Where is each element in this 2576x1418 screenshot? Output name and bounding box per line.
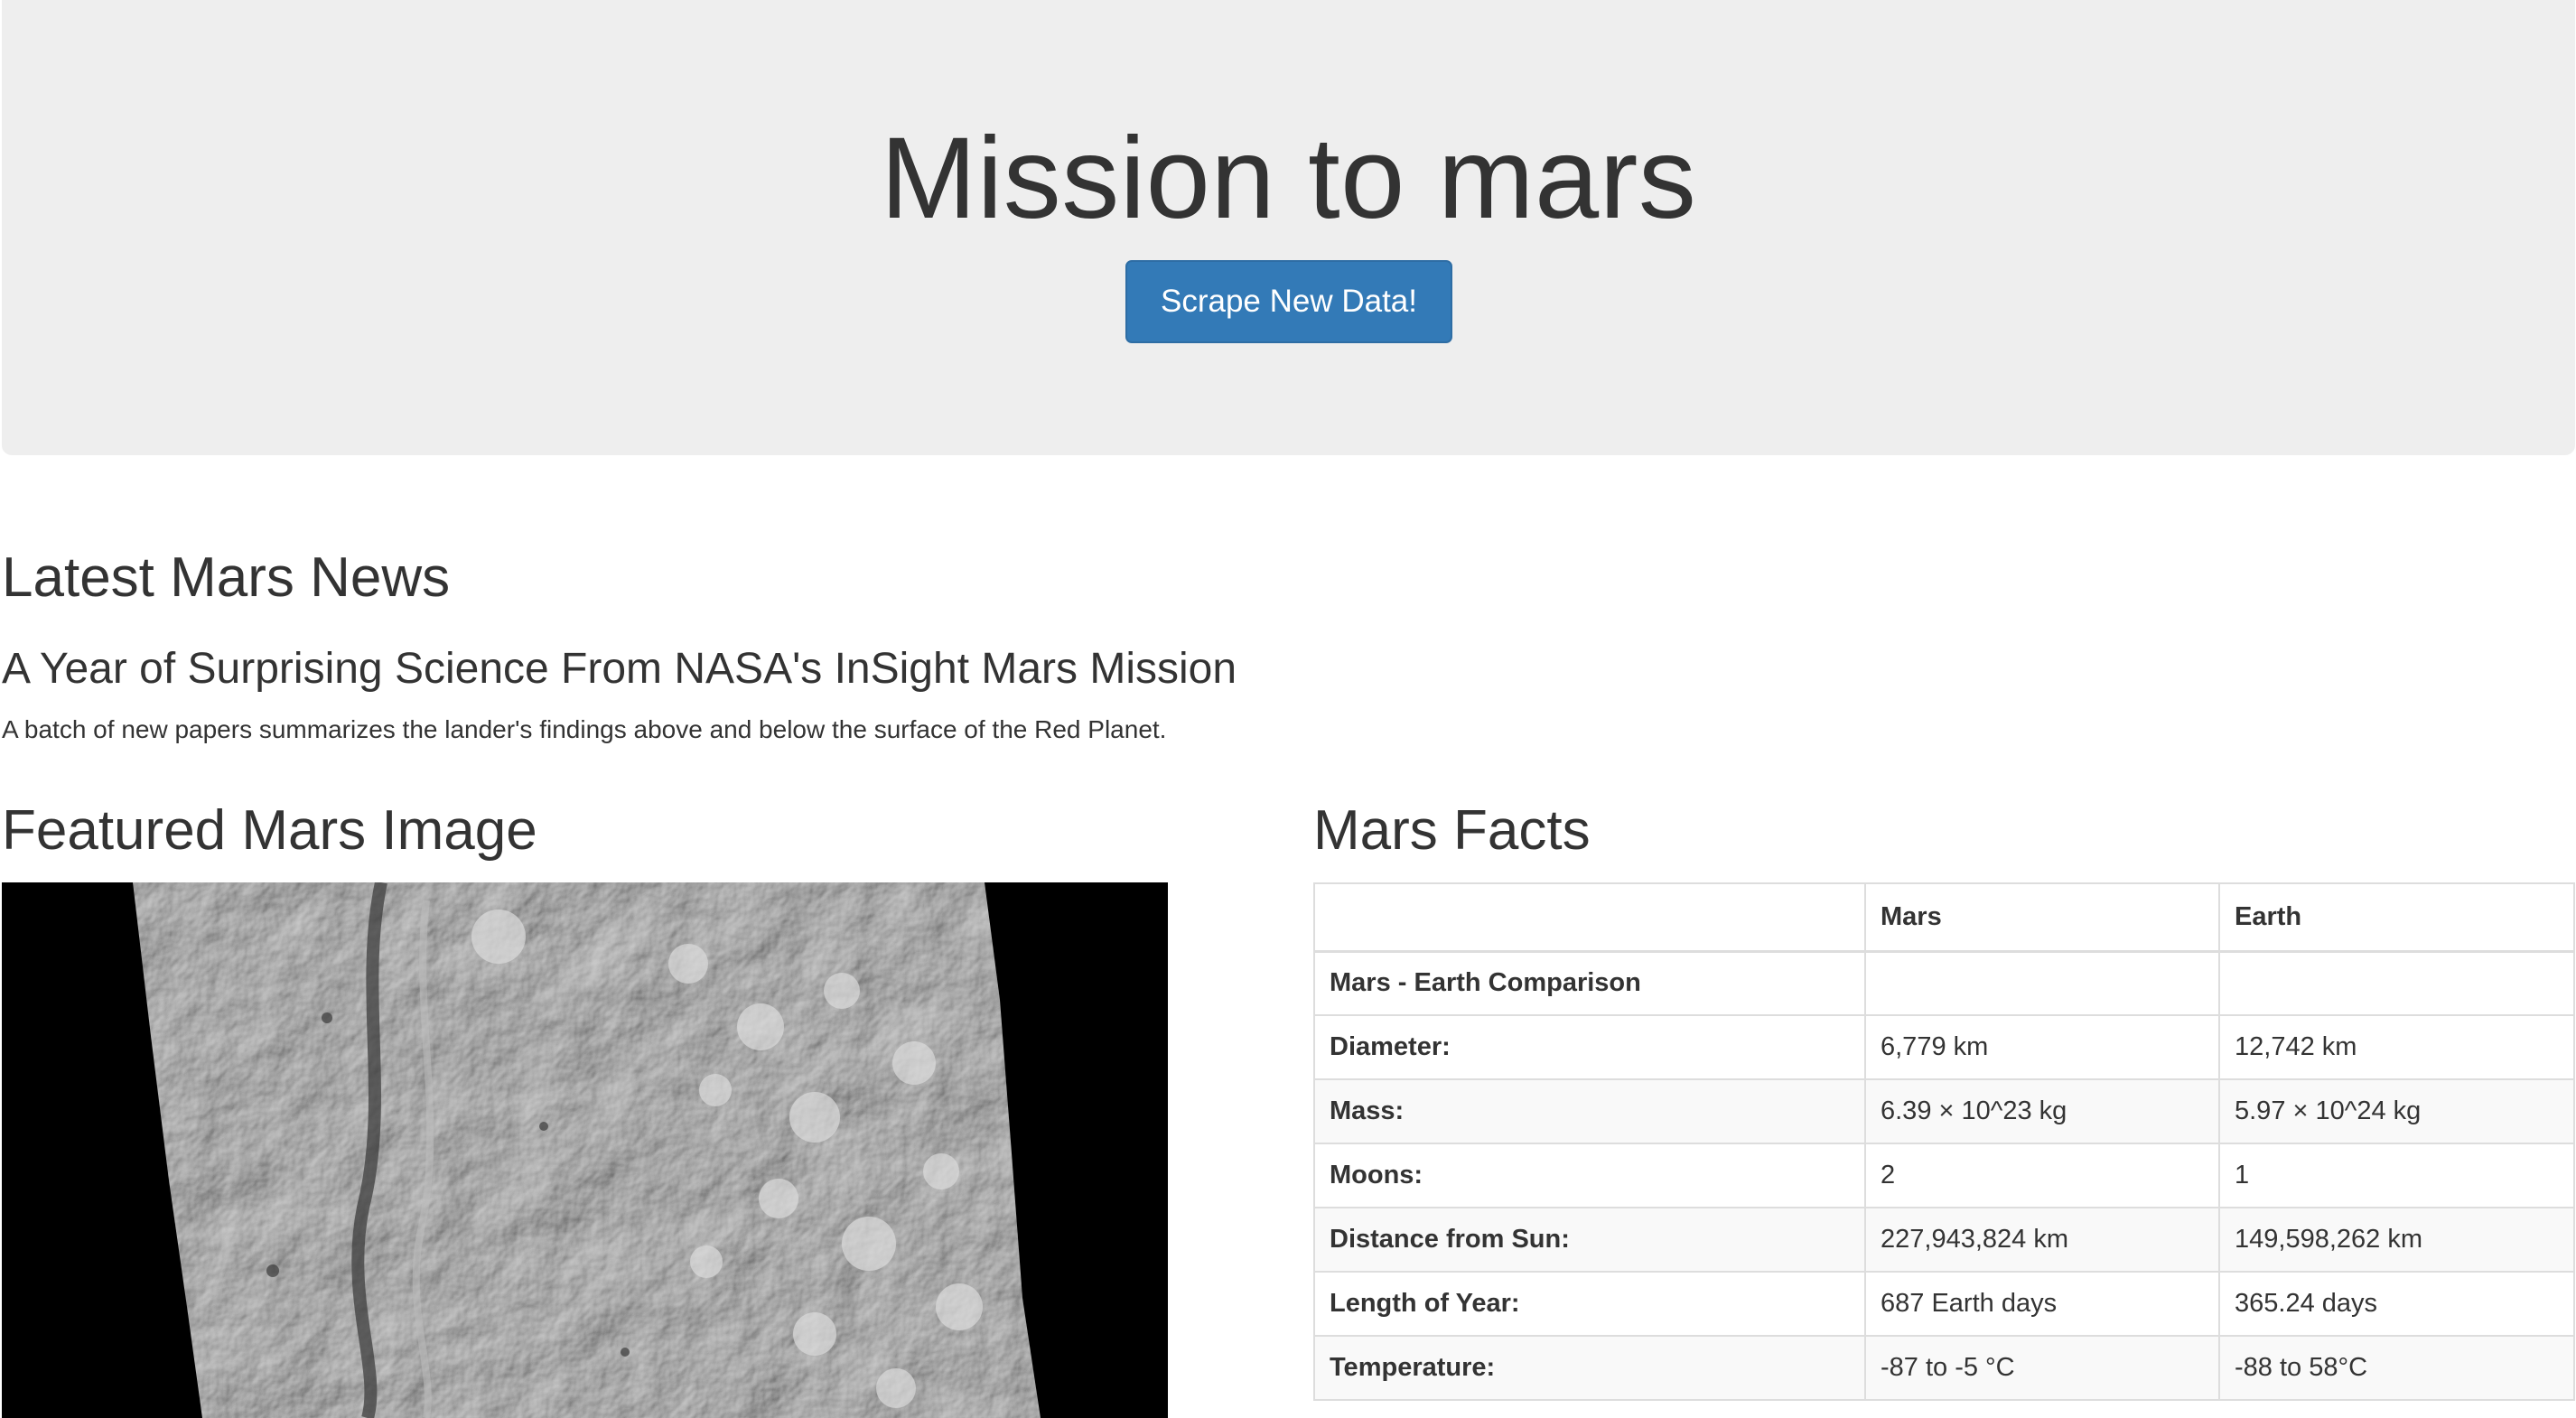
scrape-new-data-button[interactable]: Scrape New Data!: [1125, 260, 1452, 343]
mars-facts-table: Mars Earth Mars - Earth Comparison Diame…: [1313, 882, 2575, 1401]
mars-value: 6,779 km: [1864, 1014, 2220, 1080]
table-row: Diameter: 6,779 km 12,742 km: [1313, 1014, 2575, 1080]
mars-value: -87 to -5 °C: [1864, 1335, 2220, 1401]
page-title: Mission to mars: [880, 114, 1697, 243]
featured-image-heading: Featured Mars Image: [2, 799, 537, 862]
mars-value: 227,943,824 km: [1864, 1207, 2220, 1273]
featured-mars-image[interactable]: [2, 882, 1168, 1418]
table-row: Temperature: -87 to -5 °C -88 to 58°C: [1313, 1335, 2575, 1401]
earth-value: 1: [2218, 1143, 2575, 1208]
table-header-row: Mars Earth: [1313, 882, 2575, 953]
table-row: Mass: 6.39 × 10^23 kg 5.97 × 10^24 kg: [1313, 1078, 2575, 1144]
news-teaser: A batch of new papers summarizes the lan…: [2, 715, 1167, 743]
mars-value: 2: [1864, 1143, 2220, 1208]
earth-value: 365.24 days: [2218, 1271, 2575, 1337]
earth-value: 12,742 km: [2218, 1014, 2575, 1080]
news-section-heading: Latest Mars News: [2, 546, 451, 609]
earth-value: [2218, 950, 2575, 1016]
table-row: Mars - Earth Comparison: [1313, 950, 2575, 1016]
mars-facts-heading: Mars Facts: [1313, 799, 1591, 862]
row-label: Length of Year:: [1313, 1271, 1866, 1337]
row-label: Mars - Earth Comparison: [1313, 950, 1866, 1016]
table-row: Distance from Sun: 227,943,824 km 149,59…: [1313, 1207, 2575, 1273]
mars-value: [1864, 950, 2220, 1016]
table-row: Length of Year: 687 Earth days 365.24 da…: [1313, 1271, 2575, 1337]
earth-value: -88 to 58°C: [2218, 1335, 2575, 1401]
mars-value: 6.39 × 10^23 kg: [1864, 1078, 2220, 1144]
jumbotron: Mission to mars Scrape New Data!: [2, 0, 2575, 455]
news-title: A Year of Surprising Science From NASA's…: [2, 645, 1237, 693]
mars-value: 687 Earth days: [1864, 1271, 2220, 1337]
table-row: Moons: 2 1: [1313, 1143, 2575, 1208]
row-label: Temperature:: [1313, 1335, 1866, 1401]
row-label: Diameter:: [1313, 1014, 1866, 1080]
column-header-mars: Mars: [1864, 882, 2220, 953]
column-header-earth: Earth: [2218, 882, 2575, 953]
earth-value: 149,598,262 km: [2218, 1207, 2575, 1273]
column-header: [1313, 882, 1866, 953]
row-label: Distance from Sun:: [1313, 1207, 1866, 1273]
mars-surface-photo: [2, 882, 1168, 1418]
row-label: Moons:: [1313, 1143, 1866, 1208]
earth-value: 5.97 × 10^24 kg: [2218, 1078, 2575, 1144]
row-label: Mass:: [1313, 1078, 1866, 1144]
